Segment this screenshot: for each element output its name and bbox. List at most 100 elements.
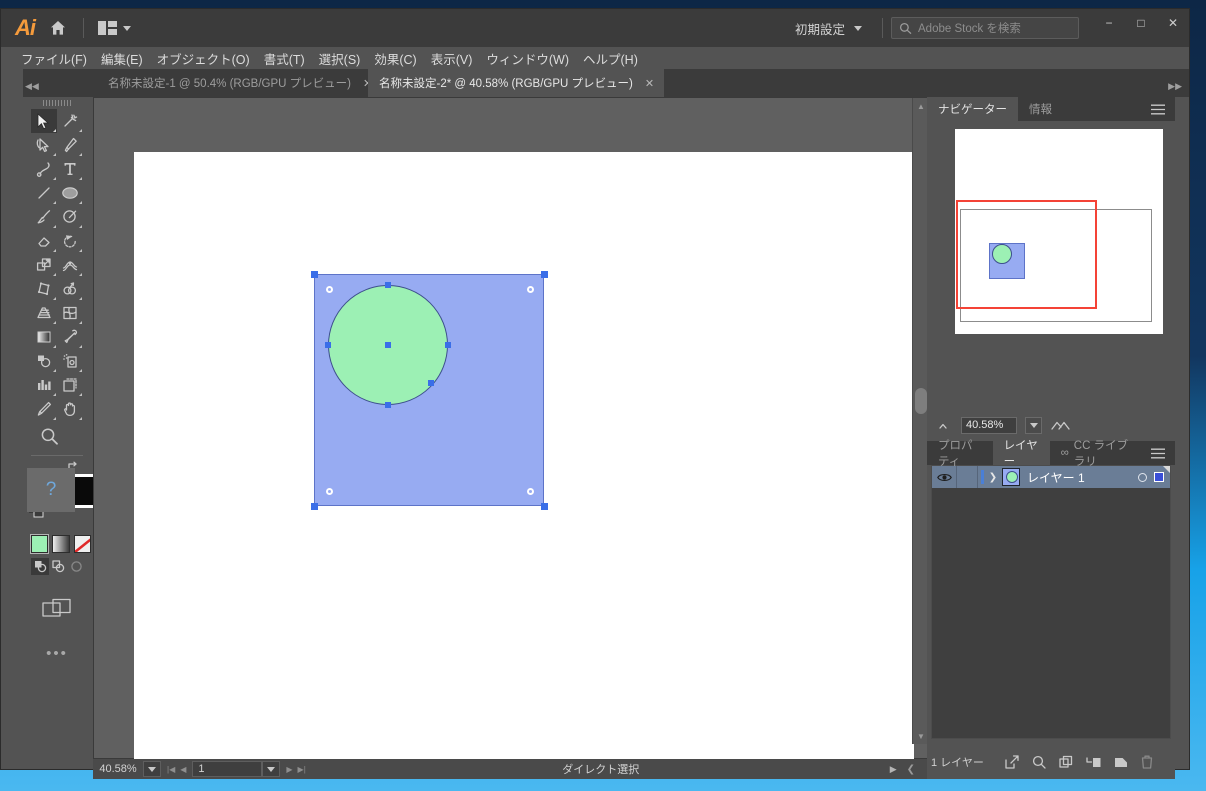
panel-menu-icon[interactable] bbox=[1141, 97, 1175, 121]
symbol-sprayer-tool[interactable] bbox=[57, 349, 83, 373]
change-screen-mode-icon[interactable] bbox=[23, 589, 91, 629]
eraser-tool[interactable] bbox=[31, 229, 57, 253]
vertical-scroll-thumb[interactable] bbox=[915, 388, 927, 414]
navigator-view-box[interactable] bbox=[956, 200, 1097, 309]
double-chevron-right-icon[interactable]: ▶▶ bbox=[1168, 81, 1182, 92]
anchor-point-center[interactable] bbox=[385, 342, 391, 348]
navigator-zoom-field[interactable]: 40.58% bbox=[961, 417, 1017, 434]
menu-item-help[interactable]: ヘルプ(H) bbox=[583, 49, 638, 68]
artboard-tool[interactable] bbox=[57, 373, 83, 397]
double-chevron-left-icon[interactable]: ◀◀ bbox=[25, 81, 39, 92]
last-artboard-icon[interactable]: ▶| bbox=[298, 765, 306, 774]
free-transform-tool[interactable] bbox=[31, 277, 57, 301]
column-graph-tool[interactable] bbox=[31, 373, 57, 397]
anchor-point-right[interactable] bbox=[445, 342, 451, 348]
anchor-point-top[interactable] bbox=[385, 282, 391, 288]
anchor-point-handle[interactable] bbox=[428, 380, 434, 386]
make-clipping-mask-icon[interactable] bbox=[1059, 755, 1073, 769]
blend-tool[interactable] bbox=[31, 349, 57, 373]
artboard-number-dropdown[interactable] bbox=[262, 761, 280, 777]
none-swatch[interactable] bbox=[74, 535, 91, 553]
eye-icon[interactable] bbox=[932, 472, 956, 483]
panel-menu-icon[interactable] bbox=[1141, 441, 1175, 465]
search-icon[interactable] bbox=[1032, 755, 1046, 769]
toolbar-grip[interactable] bbox=[23, 97, 91, 109]
bbox-handle-tr[interactable] bbox=[541, 271, 548, 278]
tab-layers[interactable]: レイヤー bbox=[993, 441, 1050, 465]
direct-selection-tool[interactable] bbox=[31, 133, 57, 157]
slice-tool[interactable] bbox=[31, 397, 57, 421]
layer-name[interactable]: レイヤー 1 bbox=[1027, 469, 1085, 486]
menu-item-view[interactable]: 表示(V) bbox=[431, 49, 473, 68]
hand-tool[interactable] bbox=[57, 397, 83, 421]
anchor-point-hollow-br[interactable] bbox=[527, 488, 534, 495]
status-zoom-value[interactable]: 40.58% bbox=[93, 763, 143, 775]
shape-builder-tool[interactable] bbox=[57, 277, 83, 301]
scale-tool[interactable] bbox=[31, 253, 57, 277]
target-circle-icon[interactable] bbox=[1138, 473, 1147, 482]
mesh-tool[interactable] bbox=[57, 301, 83, 325]
layer-row[interactable]: ❯ レイヤー 1 bbox=[932, 466, 1170, 488]
width-tool[interactable] bbox=[57, 253, 83, 277]
stock-search-input[interactable]: Adobe Stock を検索 bbox=[891, 17, 1079, 39]
create-new-layer-icon[interactable] bbox=[1114, 755, 1128, 769]
navigator-thumbnail[interactable] bbox=[955, 129, 1163, 334]
type-tool[interactable] bbox=[57, 157, 83, 181]
anchor-point-hollow-bl[interactable] bbox=[326, 488, 333, 495]
perspective-grid-tool[interactable] bbox=[31, 301, 57, 325]
layer-color-swatch[interactable] bbox=[1154, 472, 1164, 482]
selection-tool[interactable] bbox=[31, 109, 57, 133]
anchor-point-hollow-tr[interactable] bbox=[527, 286, 534, 293]
navigator-zoom-dropdown[interactable] bbox=[1025, 417, 1042, 434]
draw-behind-mode[interactable] bbox=[49, 558, 67, 575]
zoom-out-icon[interactable] bbox=[937, 421, 953, 430]
rotate-tool[interactable] bbox=[57, 229, 83, 253]
locate-object-icon[interactable] bbox=[1005, 755, 1019, 769]
chevron-right-icon[interactable]: ❯ bbox=[984, 472, 1002, 483]
status-expand-icon[interactable]: ❮ bbox=[907, 764, 929, 775]
delete-selection-icon[interactable] bbox=[1141, 755, 1153, 769]
menu-item-type[interactable]: 書式(T) bbox=[264, 49, 305, 68]
menu-item-window[interactable]: ウィンドウ(W) bbox=[486, 49, 569, 68]
maximize-button[interactable]: □ bbox=[1125, 9, 1157, 37]
tab-properties[interactable]: プロパティ bbox=[927, 441, 993, 465]
previous-artboard-icon[interactable]: ◀ bbox=[180, 765, 186, 774]
draw-normal-mode[interactable] bbox=[31, 558, 49, 575]
close-icon[interactable]: ✕ bbox=[645, 77, 654, 90]
anchor-point-bottom[interactable] bbox=[385, 402, 391, 408]
bbox-handle-tl[interactable] bbox=[311, 271, 318, 278]
home-icon[interactable] bbox=[41, 19, 75, 37]
next-artboard-icon[interactable]: ▶ bbox=[286, 765, 292, 774]
paintbrush-tool[interactable] bbox=[31, 205, 57, 229]
lock-toggle[interactable] bbox=[956, 466, 978, 488]
status-zoom-dropdown[interactable] bbox=[143, 761, 161, 777]
anchor-point-hollow-tl[interactable] bbox=[326, 286, 333, 293]
bbox-handle-bl[interactable] bbox=[311, 503, 318, 510]
line-segment-tool[interactable] bbox=[31, 181, 57, 205]
tab-info[interactable]: 情報 bbox=[1018, 97, 1063, 121]
document-tab-2[interactable]: 名称未設定-2* @ 40.58% (RGB/GPU プレビュー) ✕ bbox=[368, 69, 664, 97]
status-menu-icon[interactable]: ▶ bbox=[890, 764, 907, 775]
menu-item-effect[interactable]: 効果(C) bbox=[374, 49, 416, 68]
draw-inside-mode[interactable] bbox=[67, 558, 85, 575]
document-tab-1[interactable]: 名称未設定-1 @ 50.4% (RGB/GPU プレビュー) ✕ bbox=[97, 69, 382, 97]
menu-item-file[interactable]: ファイル(F) bbox=[21, 49, 87, 68]
menu-item-edit[interactable]: 編集(E) bbox=[101, 49, 143, 68]
magic-wand-tool[interactable] bbox=[57, 109, 83, 133]
curvature-tool[interactable] bbox=[31, 157, 57, 181]
anchor-point-left[interactable] bbox=[325, 342, 331, 348]
create-new-sublayer-icon[interactable] bbox=[1086, 755, 1101, 769]
vertical-scrollbar[interactable]: ▲ ▼ bbox=[912, 98, 928, 744]
eyedropper-tool[interactable] bbox=[57, 325, 83, 349]
arrange-documents-button[interactable] bbox=[92, 18, 137, 38]
fill-swatch[interactable] bbox=[31, 535, 48, 553]
menu-item-select[interactable]: 選択(S) bbox=[319, 49, 361, 68]
tab-cc-libraries[interactable]: ∞ CC ライブラリ bbox=[1050, 441, 1141, 465]
zoom-tool[interactable] bbox=[23, 421, 75, 451]
artboard[interactable] bbox=[134, 152, 914, 760]
more-tools-icon[interactable]: ••• bbox=[23, 645, 91, 662]
shaper-tool[interactable] bbox=[57, 205, 83, 229]
bbox-handle-br[interactable] bbox=[541, 503, 548, 510]
close-button[interactable]: ✕ bbox=[1157, 9, 1189, 37]
minimize-button[interactable]: − bbox=[1093, 9, 1125, 37]
